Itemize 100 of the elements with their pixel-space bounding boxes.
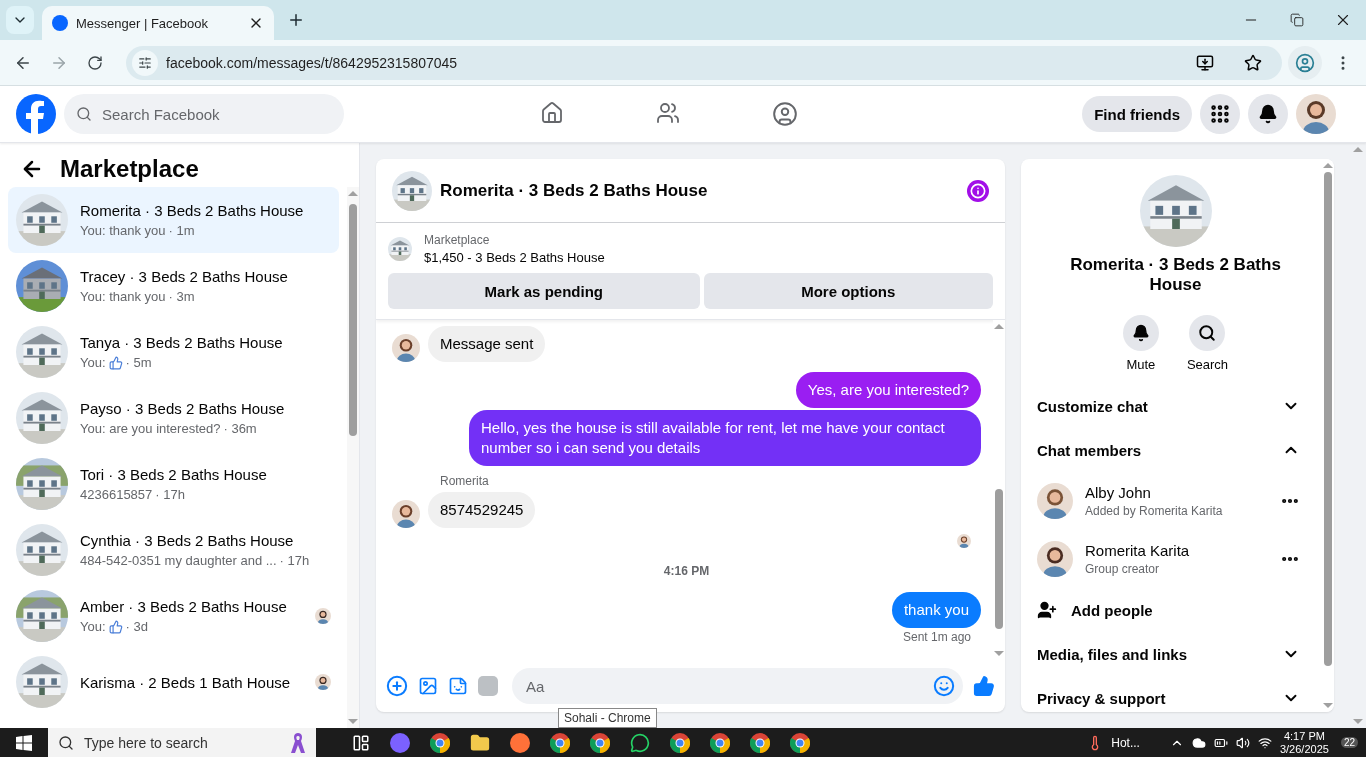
star-icon[interactable]: [1244, 53, 1262, 72]
search-icon[interactable]: [76, 106, 92, 122]
folder-icon[interactable]: [470, 732, 490, 753]
section-header[interactable]: Chat members: [1037, 428, 1314, 472]
listing-label: Marketplace: [424, 233, 491, 247]
conversation-name: Payso · 3 Beds 2 Baths House: [80, 400, 286, 417]
avatar: [1037, 483, 1073, 519]
emoji-icon[interactable]: [933, 675, 955, 697]
friends-icon[interactable]: [656, 101, 680, 125]
image-icon[interactable]: [418, 676, 438, 696]
message-time: · 17h: [279, 553, 310, 568]
chrome-icon[interactable]: [550, 732, 570, 753]
plus-icon[interactable]: [386, 675, 408, 697]
sticker-icon[interactable]: [448, 676, 468, 696]
notifications-button[interactable]: [1248, 94, 1288, 134]
ribbon-icon: [290, 730, 306, 755]
profile-icon[interactable]: [1295, 52, 1315, 73]
bell-icon: [1131, 324, 1150, 342]
sender-name: Romerita: [440, 474, 490, 488]
conversation-name: Romerita · 3 Beds 2 Baths House: [80, 202, 305, 219]
bell-icon[interactable]: [1258, 104, 1278, 124]
conversation-item[interactable]: Amber · 3 Beds 2 Baths House You: · 3d: [8, 583, 339, 649]
seen-avatar: [315, 674, 331, 690]
member-name: Romerita Karita: [1085, 542, 1191, 559]
action-label: Mute: [1126, 357, 1156, 372]
notification-badge[interactable]: 22: [1340, 737, 1358, 748]
message-status: Sent 1m ago: [902, 630, 971, 644]
section-header[interactable]: Customize chat: [1037, 384, 1314, 428]
taskbar-search[interactable]: Type here to search: [48, 728, 316, 757]
add-people-button[interactable]: Add people: [1037, 588, 1314, 632]
conversation-item[interactable]: Cynthia · 3 Beds 2 Baths House 484-542-0351 my daughter and ... · 17h: [8, 517, 339, 583]
reload-icon[interactable]: [87, 54, 103, 71]
home-icon[interactable]: [540, 101, 564, 125]
message-preview: You:: [80, 355, 106, 370]
message-bubble: Yes, are you interested?: [795, 372, 981, 408]
chrome-icon[interactable]: [790, 732, 810, 753]
search-input[interactable]: Search Facebook: [100, 104, 332, 124]
chrome-icon[interactable]: [590, 732, 610, 753]
cloud-icon[interactable]: [1191, 735, 1206, 750]
message-field[interactable]: Aa: [512, 668, 963, 704]
action-button[interactable]: More options: [703, 273, 993, 309]
conversation-item[interactable]: Tracey · 3 Beds 2 Baths House You: thank you · 3m: [8, 253, 339, 319]
action-label: Search: [1186, 357, 1229, 372]
install-icon[interactable]: [1196, 53, 1214, 72]
mute-button[interactable]: [1122, 315, 1159, 351]
groups-icon[interactable]: [772, 101, 798, 127]
find-friends-button[interactable]: Find friends: [1082, 96, 1192, 132]
conversation-name: Tori · 3 Beds 2 Baths House: [80, 466, 268, 483]
seen-avatar: [957, 534, 971, 548]
profile-avatar: [1296, 94, 1336, 134]
chrome-icon[interactable]: [670, 732, 690, 753]
message-time: · 36m: [223, 421, 257, 436]
member-name: Alby John: [1085, 484, 1152, 501]
wifi-icon[interactable]: [1257, 735, 1272, 750]
search-field[interactable]: Search Facebook: [64, 94, 344, 134]
task-view-icon[interactable]: [352, 733, 370, 752]
message-time: · 1m: [168, 223, 195, 238]
restore-icon[interactable]: [1290, 13, 1304, 27]
address-bar[interactable]: facebook.com/messages/t/8642952315807045: [126, 45, 1282, 80]
conversation-item[interactable]: Tori · 3 Beds 2 Baths House 4236615857 · 17h: [8, 451, 339, 517]
message-bubble: Hello, yes the house is still available for rent, let me have your contact number so i can send you details: [469, 410, 981, 466]
facebook-logo[interactable]: [16, 94, 56, 134]
tooltip: Sohali - Chrome: [558, 708, 657, 728]
search-placeholder: Type here to search: [84, 734, 209, 751]
message-bubble: Message sent: [428, 326, 546, 362]
section-header[interactable]: Media, files and links: [1037, 632, 1314, 676]
url-text: facebook.com/messages/t/8642952315807045: [166, 54, 459, 71]
conversation-item[interactable]: Payso · 3 Beds 2 Baths House You: are you interested? · 36m: [8, 385, 339, 451]
thumbs-up-icon: [108, 619, 123, 634]
message-preview: You: thank you: [80, 223, 166, 238]
message-input[interactable]: Aa: [524, 676, 933, 696]
conversation-item[interactable]: Karisma · 2 Beds 1 Bath House: [8, 649, 339, 715]
search-button[interactable]: [1189, 315, 1226, 351]
site-settings-icon[interactable]: [138, 55, 152, 70]
weather-text[interactable]: Hot...: [1111, 735, 1140, 750]
plus-icon[interactable]: [287, 11, 305, 29]
member-role: Group creator: [1085, 562, 1161, 576]
grid-icon[interactable]: [1209, 103, 1231, 125]
scrollbar-thumb[interactable]: [1324, 172, 1332, 666]
browser-tab[interactable]: Messenger | Facebook: [42, 6, 274, 40]
message-preview: You: thank you: [80, 289, 166, 304]
chrome-icon[interactable]: [430, 732, 450, 753]
scrollbar-thumb[interactable]: [349, 204, 357, 436]
thumbs-up-icon[interactable]: [973, 675, 995, 697]
windows-icon[interactable]: [16, 734, 32, 751]
volume-icon[interactable]: [1235, 735, 1250, 750]
chat-app-icon[interactable]: [630, 732, 650, 753]
action-button[interactable]: Mark as pending: [388, 273, 700, 309]
clock[interactable]: 4:17 PM 3/26/2025: [1279, 729, 1329, 756]
chrome-icon[interactable]: [710, 732, 730, 753]
scrollbar-thumb[interactable]: [995, 489, 1003, 629]
avatar: [1037, 541, 1073, 577]
avatar: [392, 500, 420, 528]
chrome-icon[interactable]: [750, 732, 770, 753]
conversation-item[interactable]: Romerita · 3 Beds 2 Baths House You: thank you · 1m: [8, 187, 339, 253]
menu-button[interactable]: [1200, 94, 1240, 134]
profile-button[interactable]: [1288, 45, 1322, 80]
section-header[interactable]: Privacy & support: [1037, 676, 1314, 712]
search-icon: [58, 734, 74, 751]
conversation-item[interactable]: Tanya · 3 Beds 2 Baths House You: · 5m: [8, 319, 339, 385]
